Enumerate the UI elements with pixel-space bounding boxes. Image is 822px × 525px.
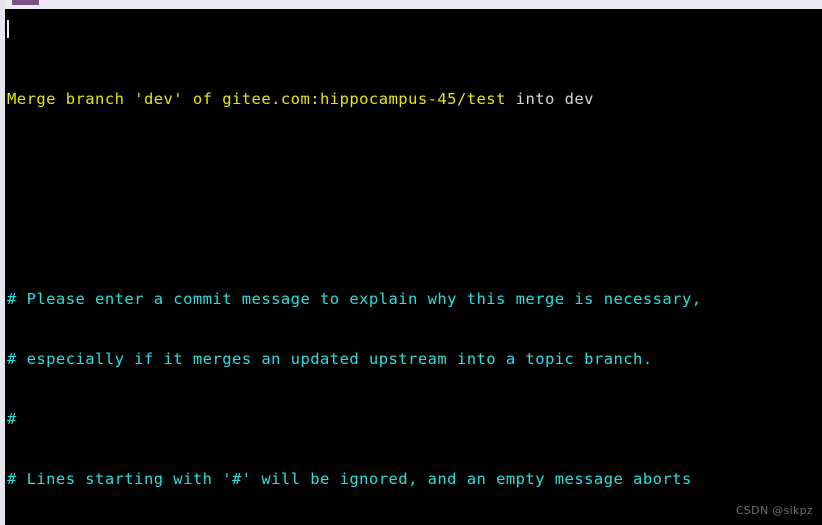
buffer-line-comment: # Lines starting with '#' will be ignore… xyxy=(5,469,822,489)
text-cursor xyxy=(7,20,9,38)
buffer-line-commit-subject: Merge branch 'dev' of gitee.com:hippocam… xyxy=(5,89,822,109)
commit-subject-suffix: into dev xyxy=(505,90,594,108)
buffer-line-comment: # Please enter a commit message to expla… xyxy=(5,289,822,309)
comment-text: # Please enter a commit message to expla… xyxy=(7,290,702,308)
watermark: CSDN @sikpz xyxy=(735,504,813,517)
window-chrome-top xyxy=(0,0,822,9)
buffer-line-comment: # especially if it merges an updated ups… xyxy=(5,349,822,369)
terminal-screen[interactable]: Merge branch 'dev' of gitee.com:hippocam… xyxy=(5,9,822,525)
comment-text: # xyxy=(7,410,17,428)
comment-text: # especially if it merges an updated ups… xyxy=(7,350,653,368)
comment-text: # Lines starting with '#' will be ignore… xyxy=(7,470,692,488)
buffer-line-blank xyxy=(5,189,822,209)
buffer-line-comment: # xyxy=(5,409,822,429)
commit-subject-prefix: Merge branch 'dev' of gitee.com:hippocam… xyxy=(7,90,506,108)
vim-buffer[interactable]: Merge branch 'dev' of gitee.com:hippocam… xyxy=(5,9,822,525)
tab-indicator[interactable] xyxy=(12,0,39,5)
terminal-window: Merge branch 'dev' of gitee.com:hippocam… xyxy=(0,0,822,525)
